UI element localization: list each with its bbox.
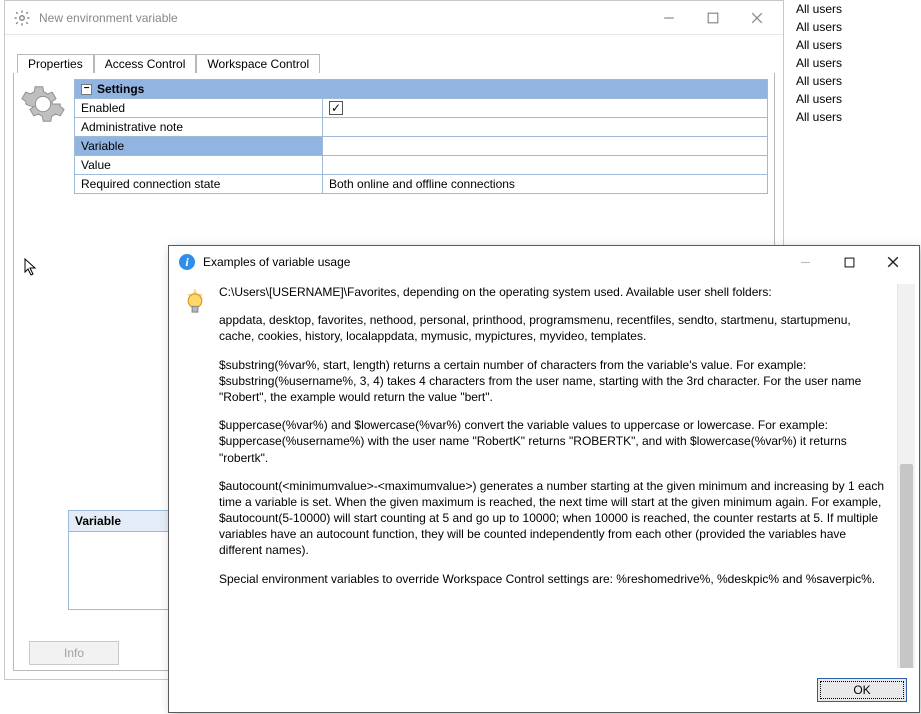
lightbulb-icon xyxy=(181,284,213,668)
info-button: Info xyxy=(29,641,119,665)
titlebar[interactable]: New environment variable xyxy=(5,1,783,35)
enabled-checkbox[interactable] xyxy=(329,101,343,115)
dialog-paragraph: appdata, desktop, favorites, nethood, pe… xyxy=(219,312,887,344)
grid-row-variable[interactable]: Variable xyxy=(75,137,767,156)
grid-row-value[interactable]: Value xyxy=(75,156,767,175)
dialog-paragraph: $autocount(<minimumvalue>-<maximumvalue>… xyxy=(219,478,887,559)
close-button[interactable] xyxy=(735,3,779,33)
dialog-close-button[interactable] xyxy=(871,248,915,276)
settings-grid: − Settings Enabled Administrative note xyxy=(74,79,768,194)
user-list-item[interactable]: All users xyxy=(792,54,912,72)
grid-row-admin-note[interactable]: Administrative note xyxy=(75,118,767,137)
collapse-icon[interactable]: − xyxy=(81,84,92,95)
mouse-cursor-icon xyxy=(24,258,38,276)
grid-row-enabled[interactable]: Enabled xyxy=(75,99,767,118)
tab-properties[interactable]: Properties xyxy=(17,54,94,73)
tab-access-control[interactable]: Access Control xyxy=(94,54,197,73)
examples-dialog: i Examples of variable usage C:\Users\[U… xyxy=(168,245,920,713)
grid-row-connection-state[interactable]: Required connection state Both online an… xyxy=(75,175,767,193)
dialog-minimize-button[interactable] xyxy=(783,248,827,276)
app-icon xyxy=(13,9,31,27)
minimize-button[interactable] xyxy=(647,3,691,33)
tab-workspace-control[interactable]: Workspace Control xyxy=(196,54,320,73)
tab-bar: Properties Access Control Workspace Cont… xyxy=(13,51,775,73)
user-list-item[interactable]: All users xyxy=(792,36,912,54)
gear-icon xyxy=(20,116,66,130)
maximize-button[interactable] xyxy=(691,3,735,33)
dialog-paragraph: $uppercase(%var%) and $lowercase(%var%) … xyxy=(219,417,887,466)
user-list-item[interactable]: All users xyxy=(792,90,912,108)
grid-header[interactable]: − Settings xyxy=(75,80,767,99)
info-icon: i xyxy=(179,254,195,270)
dialog-scrollbar[interactable] xyxy=(897,284,915,668)
user-list-item[interactable]: All users xyxy=(792,108,912,126)
scrollbar-thumb[interactable] xyxy=(900,464,913,668)
grid-header-label: Settings xyxy=(97,82,144,96)
dialog-text: C:\Users\[USERNAME]\Favorites, depending… xyxy=(219,284,891,668)
user-list: All users All users All users All users … xyxy=(792,0,912,126)
dialog-maximize-button[interactable] xyxy=(827,248,871,276)
dialog-paragraph: Special environment variables to overrid… xyxy=(219,571,887,587)
window-title: New environment variable xyxy=(39,11,647,25)
ok-button[interactable]: OK xyxy=(817,678,907,702)
dialog-titlebar[interactable]: i Examples of variable usage xyxy=(169,246,919,278)
dialog-title: Examples of variable usage xyxy=(203,255,783,269)
dialog-paragraph: C:\Users\[USERNAME]\Favorites, depending… xyxy=(219,284,887,300)
user-list-item[interactable]: All users xyxy=(792,0,912,18)
dialog-paragraph: $substring(%var%, start, length) returns… xyxy=(219,357,887,406)
user-list-item[interactable]: All users xyxy=(792,18,912,36)
user-list-item[interactable]: All users xyxy=(792,72,912,90)
